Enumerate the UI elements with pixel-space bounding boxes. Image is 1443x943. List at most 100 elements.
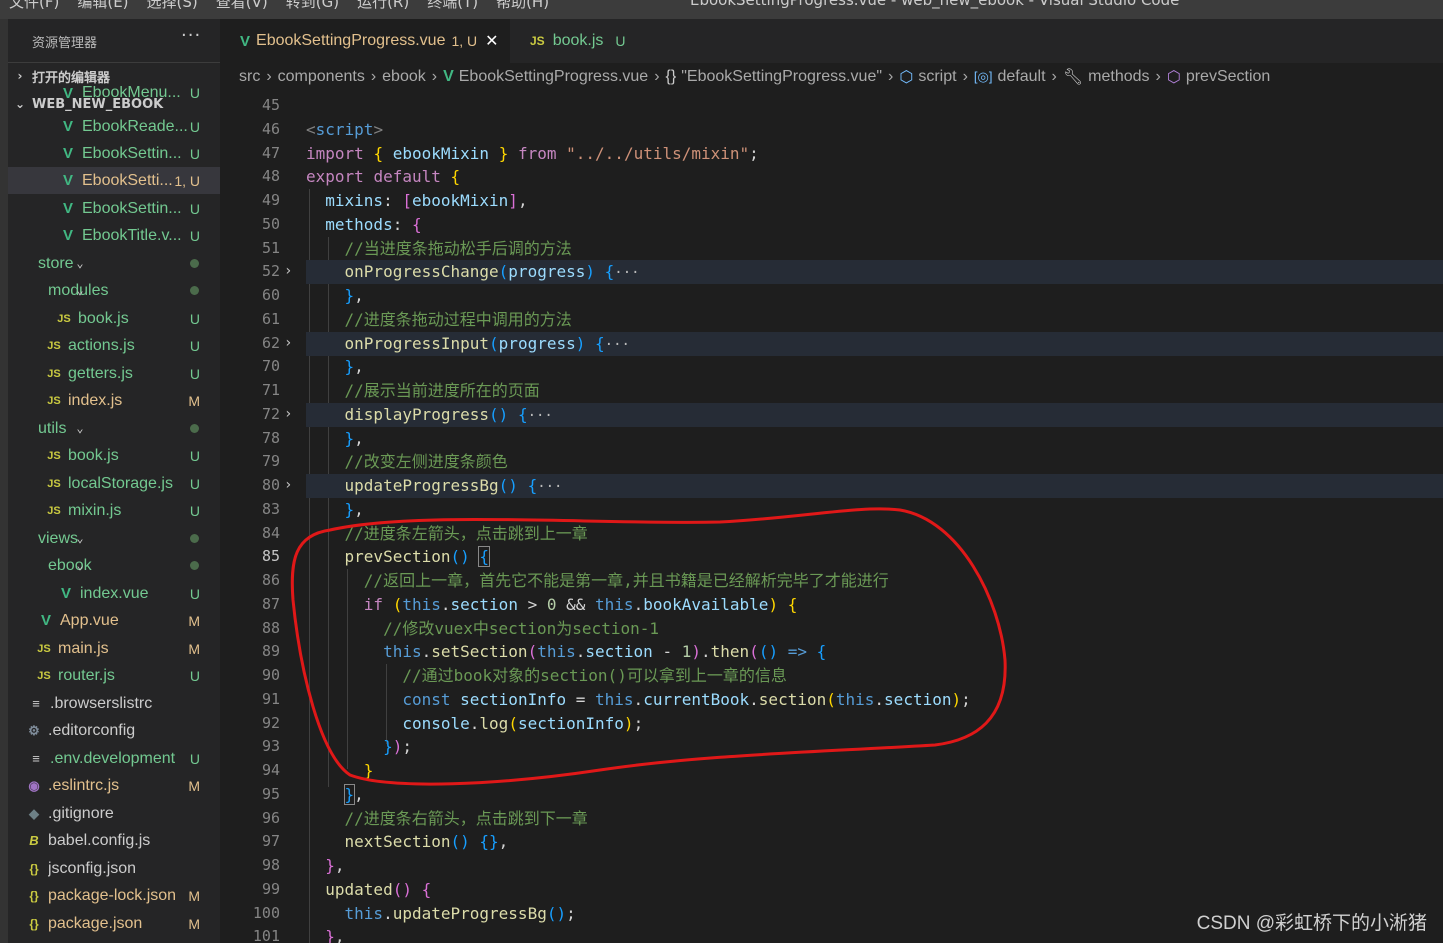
- line-number: 52: [261, 262, 280, 280]
- menu-run[interactable]: 运行(R): [348, 0, 418, 12]
- tab-ebook-setting-progress[interactable]: V EbookSettingProgress.vue 1, U ✕: [220, 19, 510, 63]
- menu-file[interactable]: 文件(F): [0, 0, 68, 12]
- tree-item-label: package-lock.json: [48, 886, 177, 904]
- vue-icon: V: [62, 118, 73, 135]
- tree-item[interactable]: ◆ .gitignore: [8, 800, 220, 827]
- code-line: }: [363, 761, 374, 780]
- code-line: displayProgress() {···: [306, 403, 1443, 427]
- line-number: 72: [261, 405, 280, 423]
- breadcrumb-item[interactable]: methods: [1088, 68, 1149, 86]
- breadcrumb-item[interactable]: default: [997, 68, 1045, 86]
- more-actions-icon[interactable]: ···: [181, 25, 201, 46]
- tree-item[interactable]: V EbookSettin... U: [8, 140, 220, 167]
- code-editor[interactable]: 45 46 47 48 49 50 51 52 60 61 62 70 71 7…: [220, 91, 1443, 943]
- menu-selection[interactable]: 选择(S): [138, 0, 207, 12]
- breadcrumb-item[interactable]: components: [278, 68, 365, 86]
- close-icon[interactable]: ✕: [485, 31, 498, 51]
- breadcrumb-item[interactable]: prevSection: [1186, 68, 1271, 86]
- tree-item[interactable]: V EbookReade... U: [8, 113, 220, 140]
- line-number: 94: [261, 761, 280, 779]
- tree-item-label: store: [38, 254, 74, 272]
- tree-item[interactable]: JS actions.js U: [8, 332, 220, 359]
- breadcrumb-item[interactable]: script: [918, 68, 956, 86]
- tree-item[interactable]: V EbookSettin... U: [8, 195, 220, 222]
- tree-item[interactable]: ⚙ .editorconfig: [8, 717, 220, 744]
- git-status: U: [189, 447, 200, 464]
- fold-chevron-icon[interactable]: ›: [284, 474, 292, 498]
- tree-item-label: actions.js: [68, 336, 135, 354]
- line-number: 96: [261, 809, 280, 827]
- tree-folder-ebook[interactable]: ⌄ ebook: [8, 552, 220, 579]
- tree-item[interactable]: JS book.js U: [8, 305, 220, 332]
- vue-icon: V: [62, 86, 73, 100]
- line-number: 78: [261, 429, 280, 447]
- breadcrumb: src › components › ebook › V EbookSettingPro…: [220, 63, 1443, 91]
- breadcrumb-item[interactable]: EbookSettingProgress.vue: [459, 68, 648, 86]
- code-line-current: prevSection() {: [344, 546, 491, 567]
- tree-item-label: package.json: [48, 914, 143, 932]
- tree-item[interactable]: JS main.js M: [8, 635, 220, 662]
- chevron-down-icon: ⌄: [76, 255, 84, 270]
- tree-folder-store[interactable]: ⌄ store: [8, 250, 220, 277]
- chevron-down-icon: ⌄: [76, 557, 84, 572]
- code-line: });: [383, 737, 412, 756]
- js-icon: JS: [37, 642, 51, 655]
- tree-item[interactable]: JS book.js U: [8, 442, 220, 469]
- tree-item[interactable]: JS localStorage.js U: [8, 470, 220, 497]
- tree-folder-utils[interactable]: ⌄ utils: [8, 415, 220, 442]
- tree-item[interactable]: ≡ .env.development U: [8, 745, 220, 772]
- tree-item[interactable]: JS index.js M: [8, 387, 220, 414]
- tree-item[interactable]: V EbookTitle.v... U: [8, 222, 220, 249]
- tree-item-label: .env.development: [50, 749, 176, 767]
- explorer-sidebar: 资源管理器 ··· › 打开的编辑器 ⌄ WEB_NEW_EBOOK V Ebo…: [8, 19, 220, 943]
- line-number: 86: [261, 571, 280, 589]
- tree-item-label: index.js: [68, 391, 123, 409]
- tree-folder-views[interactable]: ⌄ views: [8, 525, 220, 552]
- line-number: 88: [261, 619, 280, 637]
- code-line: export default {: [306, 167, 461, 186]
- tree-item[interactable]: ◉ .eslintrc.js M: [8, 772, 220, 799]
- fold-chevron-icon[interactable]: ›: [284, 332, 292, 356]
- tree-item[interactable]: JS router.js U: [8, 662, 220, 689]
- breadcrumb-item[interactable]: ebook: [382, 68, 426, 86]
- tree-item[interactable]: JS getters.js U: [8, 360, 220, 387]
- code-line: onProgressChange(progress) {···: [306, 260, 1443, 284]
- vue-icon: V: [62, 172, 73, 189]
- code-line: onProgressInput(progress) {···: [306, 332, 1443, 356]
- tree-item[interactable]: V App.vue M: [8, 607, 220, 634]
- js-icon: JS: [530, 34, 545, 48]
- tree-item[interactable]: B babel.config.js: [8, 827, 220, 854]
- menu-edit[interactable]: 编辑(E): [68, 0, 137, 12]
- tab-book-js[interactable]: JS book.js U: [510, 19, 660, 63]
- js-icon: JS: [47, 449, 61, 462]
- chevron-right-icon: ›: [962, 68, 968, 85]
- menu-view[interactable]: 查看(V): [207, 0, 277, 12]
- fold-chevron-icon[interactable]: ›: [284, 403, 292, 427]
- code-line: },: [344, 429, 364, 448]
- tree-item[interactable]: {} package-lock.json M: [8, 882, 220, 909]
- tree-item[interactable]: {} package.json M: [8, 910, 220, 937]
- tree-item[interactable]: ≡ .browserslistrc: [8, 690, 220, 717]
- breadcrumb-item[interactable]: src: [239, 68, 260, 86]
- tree-item[interactable]: V EbookMenu... U: [8, 86, 220, 100]
- menu-terminal[interactable]: 终端(T): [418, 0, 487, 12]
- code-line: import { ebookMixin } from "../../utils/…: [306, 144, 759, 163]
- code-line: },: [343, 784, 364, 805]
- tree-item[interactable]: {} jsconfig.json: [8, 855, 220, 882]
- tree-folder-modules[interactable]: ⌄ modules: [8, 277, 220, 304]
- fold-chevron-icon[interactable]: ›: [284, 260, 292, 284]
- menu-help[interactable]: 帮助(H): [487, 0, 558, 12]
- gear-icon: ⚙: [28, 722, 40, 738]
- line-number: 93: [261, 737, 280, 755]
- tree-item[interactable]: JS mixin.js U: [8, 497, 220, 524]
- breadcrumb-item[interactable]: "EbookSettingProgress.vue": [681, 68, 882, 86]
- line-number: 98: [261, 856, 280, 874]
- line-number: 62: [261, 334, 280, 352]
- line-number: 70: [261, 357, 280, 375]
- line-number: 51: [261, 239, 280, 257]
- tree-item-label: getters.js: [68, 364, 133, 382]
- tree-item[interactable]: V index.vue U: [8, 580, 220, 607]
- vue-icon: V: [240, 32, 251, 50]
- tree-item-selected[interactable]: V EbookSetti... 1, U: [8, 167, 220, 194]
- menu-go[interactable]: 转到(G): [277, 0, 348, 12]
